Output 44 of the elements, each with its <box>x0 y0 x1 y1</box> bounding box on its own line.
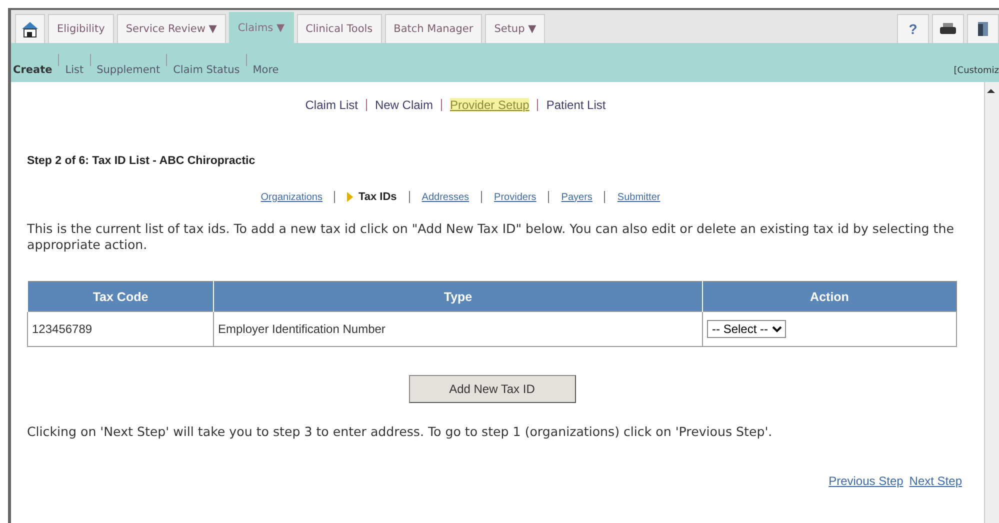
house-icon <box>21 20 39 38</box>
exit-button[interactable] <box>967 14 999 43</box>
table-cell: 123456789 <box>28 312 214 346</box>
step-nav-link[interactable]: Next Step <box>909 474 962 488</box>
print-button[interactable] <box>932 14 964 43</box>
subnav-link[interactable]: More <box>252 64 279 76</box>
footer-note: Clicking on 'Next Step' will take you to step 3 to enter address. To go to step 1 (organizations) click on 'Previous Step'. <box>27 424 774 440</box>
nav-tab[interactable]: Service Review ▼ <box>116 14 226 43</box>
help-button[interactable]: ? <box>897 14 929 43</box>
step-title: Step 2 of 6: Tax ID List - ABC Chiropractic <box>27 155 256 167</box>
column-header: Type <box>214 282 702 312</box>
table-cell: Employer Identification Number <box>214 312 702 346</box>
step-link[interactable]: Submitter <box>617 192 660 202</box>
column-header: Tax Code <box>28 282 214 312</box>
step-link[interactable]: Organizations <box>260 192 322 202</box>
quick-link[interactable]: Claim List <box>305 98 358 112</box>
subnav-link[interactable]: Create <box>13 64 52 76</box>
step-nav-link[interactable]: Previous Step <box>828 474 904 488</box>
subnav-link[interactable]: List <box>65 64 84 76</box>
nav-tab[interactable]: Claims ▼ <box>228 12 294 43</box>
action-select[interactable]: -- Select -- <box>707 320 786 338</box>
scroll-up-icon <box>985 87 997 95</box>
quick-link[interactable]: New Claim <box>374 98 433 112</box>
door-icon <box>976 21 990 37</box>
customize-link[interactable]: [Customiz <box>954 66 999 76</box>
step-link[interactable]: Tax IDs <box>358 191 397 203</box>
quick-link[interactable]: Provider Setup <box>450 98 530 112</box>
subnav-link[interactable]: Claim Status <box>173 64 240 76</box>
current-step-arrow-icon <box>347 192 354 202</box>
scrollbar[interactable] <box>984 82 999 523</box>
nav-tab[interactable]: Clinical Tools <box>296 14 382 43</box>
subnav-link[interactable]: Supplement <box>96 64 160 76</box>
home-button[interactable] <box>15 14 45 43</box>
nav-tab[interactable]: Setup ▼ <box>485 14 546 43</box>
step-link[interactable]: Addresses <box>422 192 470 202</box>
column-header: Action <box>702 282 956 312</box>
quick-link[interactable]: Patient List <box>546 98 606 112</box>
intro-text: This is the current list of tax ids. To add a new tax id click on "Add New Tax ID" below. You can also edit or delete an existing tax id by selecting the appropriate action. <box>27 221 955 253</box>
printer-icon <box>940 23 956 35</box>
step-link[interactable]: Payers <box>561 192 592 202</box>
nav-tab[interactable]: Eligibility <box>48 14 114 43</box>
add-tax-id-button[interactable]: Add New Tax ID <box>408 375 576 403</box>
step-link[interactable]: Providers <box>494 192 536 202</box>
nav-tab[interactable]: Batch Manager <box>384 14 482 43</box>
